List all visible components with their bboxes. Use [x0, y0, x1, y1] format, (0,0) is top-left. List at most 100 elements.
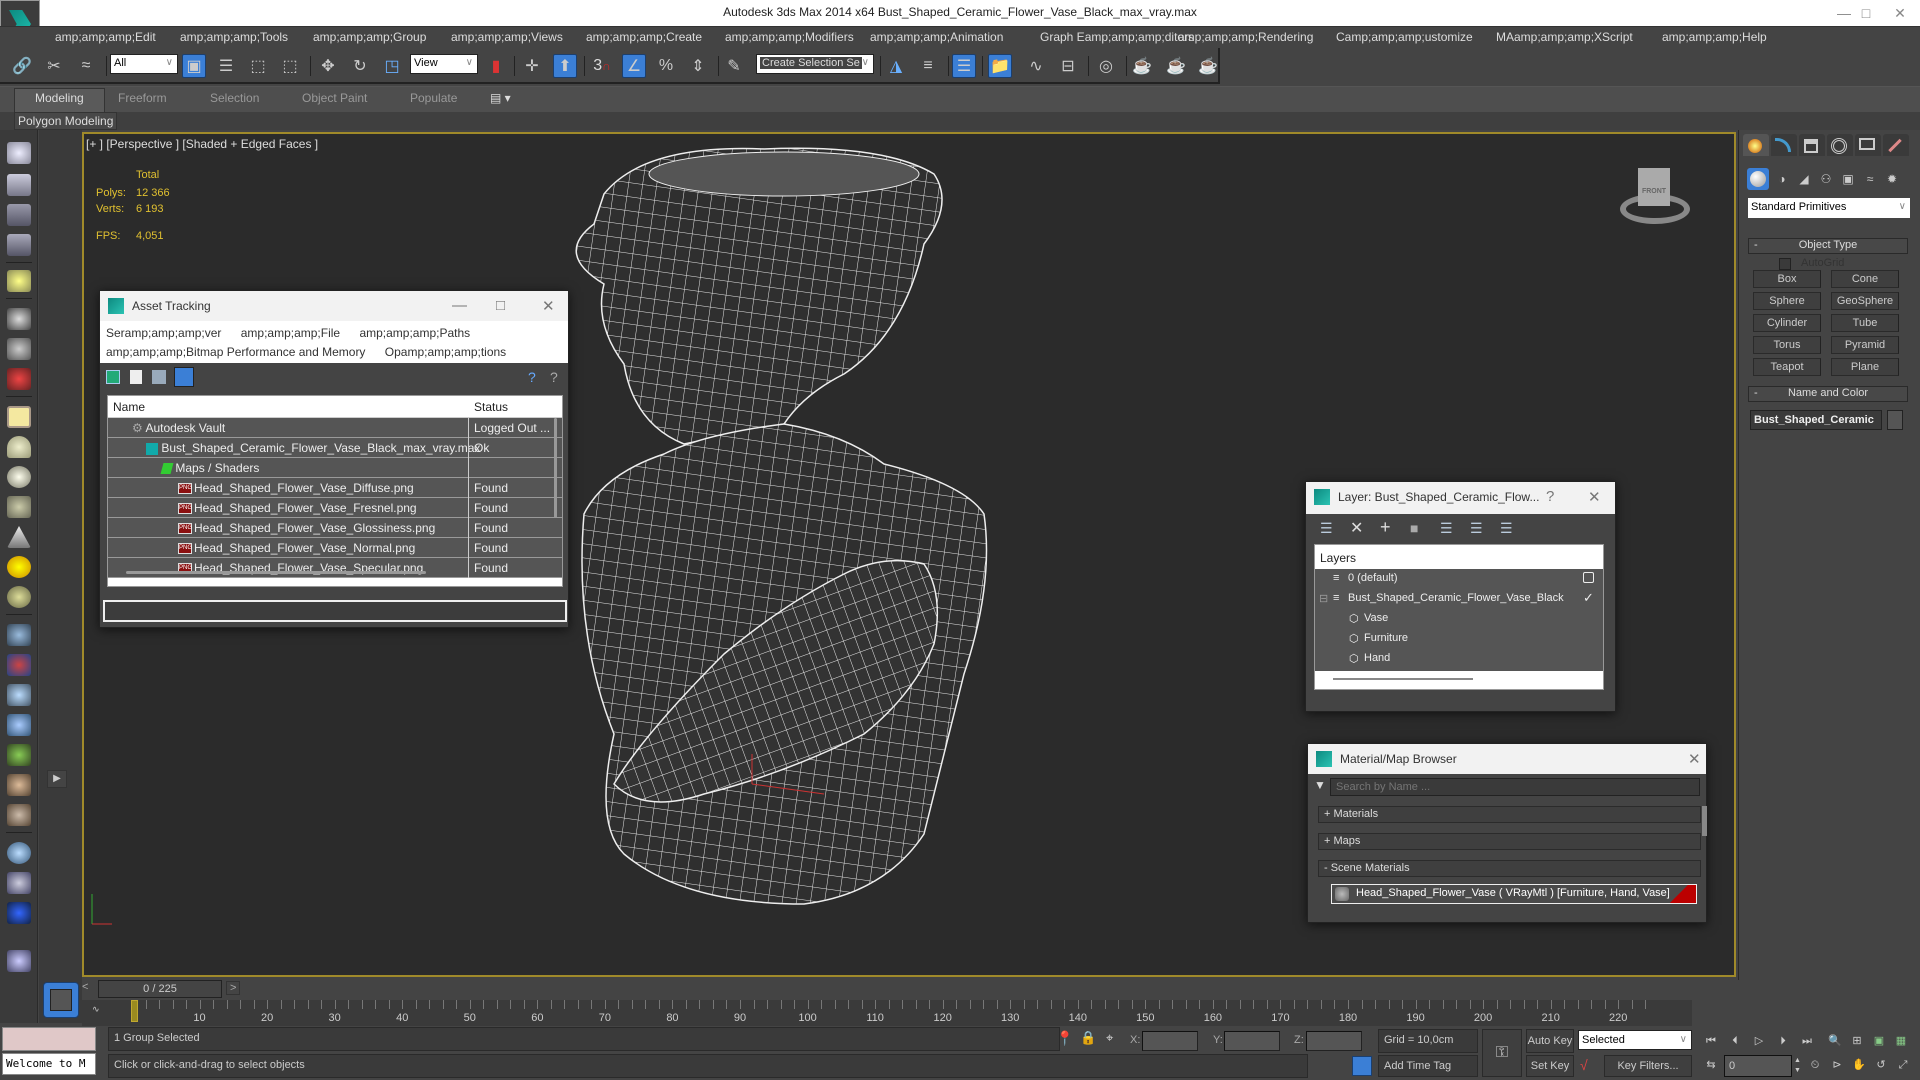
scene-material-item[interactable]: Head_Shaped_Flower_Vase ( VRayMtl ) [Fur…: [1331, 884, 1697, 904]
tab-modeling[interactable]: Modeling: [14, 88, 105, 112]
horizontal-scrollbar[interactable]: [126, 571, 426, 574]
plane-button[interactable]: Plane: [1831, 358, 1899, 376]
cylinder-button[interactable]: Cylinder: [1753, 314, 1821, 332]
section-maps[interactable]: + Maps: [1318, 833, 1701, 850]
asset-row[interactable]: PNG Head_Shaped_Flower_Vase_Specular.png …: [108, 558, 562, 578]
mesh-light-icon[interactable]: [7, 496, 31, 518]
mirror-icon[interactable]: ◮: [884, 54, 908, 78]
object-row[interactable]: ⬡ Vase: [1315, 609, 1603, 629]
asset-row[interactable]: PNG Head_Shaped_Flower_Vase_Glossiness.pn…: [108, 518, 562, 538]
orbit-icon[interactable]: ↺: [1872, 1056, 1890, 1074]
motion-tab-icon[interactable]: [1827, 134, 1853, 156]
sphere-button[interactable]: Sphere: [1753, 292, 1821, 310]
object-row[interactable]: ⬡ Furniture: [1315, 629, 1603, 649]
layers-header[interactable]: Layers: [1315, 545, 1603, 569]
menu-create[interactable]: amp;amp;amp;Create: [586, 30, 702, 44]
asset-row[interactable]: PNG Head_Shaped_Flower_Vase_Normal.png Fo…: [108, 538, 562, 558]
key-mode-toggle-icon[interactable]: ⇆: [1702, 1056, 1720, 1074]
field-of-view-icon[interactable]: ⊳: [1828, 1056, 1846, 1074]
pivot-icon[interactable]: ▮: [484, 54, 508, 78]
camera-icon[interactable]: [7, 308, 31, 330]
schematic-view-icon[interactable]: ⊟: [1056, 54, 1080, 78]
lock-selection-icon[interactable]: 🔒: [1080, 1030, 1096, 1046]
tab-freeform[interactable]: Freeform: [118, 91, 167, 105]
maximize-viewport-icon[interactable]: ⤢: [1894, 1056, 1912, 1074]
tube-button[interactable]: Tube: [1831, 314, 1899, 332]
teapot-button[interactable]: Teapot: [1753, 358, 1821, 376]
menu-graph-editors[interactable]: Graph Eamp;amp;amp;ditors: [1040, 30, 1194, 44]
menu-edit[interactable]: amp;amp;amp;Edit: [55, 30, 156, 44]
spinner-snap-icon[interactable]: ⇕: [686, 54, 710, 78]
menu-animation[interactable]: amp;amp;amp;Animation: [870, 30, 1003, 44]
help-online-icon[interactable]: ?: [528, 369, 536, 385]
column-status[interactable]: Status: [474, 400, 508, 414]
box-button[interactable]: Box: [1753, 270, 1821, 288]
render-region-icon[interactable]: [7, 902, 31, 924]
menu-server[interactable]: Seramp;amp;amp;ver: [106, 326, 221, 340]
menu-maxscript[interactable]: MAamp;amp;amp;XScript: [1496, 30, 1633, 44]
align-icon[interactable]: ≡: [916, 54, 940, 78]
create-layer-icon[interactable]: ☰: [1320, 520, 1333, 537]
angle-snap-icon[interactable]: ∠: [622, 54, 646, 78]
frame-spinner[interactable]: ▲ ▼: [1794, 1056, 1802, 1076]
edit-named-selection-icon[interactable]: ✎: [722, 54, 746, 78]
column-name[interactable]: Name: [113, 400, 145, 414]
select-object-icon[interactable]: ▣: [182, 54, 206, 78]
menu-rendering[interactable]: amp;amp;amp;Rendering: [1178, 30, 1313, 44]
vertical-scrollbar[interactable]: [1702, 806, 1707, 836]
autogrid-checkbox[interactable]: [1779, 258, 1791, 270]
modify-tab-icon[interactable]: [1771, 134, 1797, 156]
rotate-icon[interactable]: ↻: [348, 54, 372, 78]
scale-icon[interactable]: ◳: [380, 54, 404, 78]
close-button[interactable]: ✕: [542, 297, 555, 315]
set-key-mode-button[interactable]: ⚿: [1482, 1029, 1522, 1077]
scene-explorer-icon[interactable]: 📁: [988, 54, 1012, 78]
horizontal-scrollbar[interactable]: [1333, 678, 1473, 680]
dumbbell-icon[interactable]: [7, 654, 31, 676]
viewcube[interactable]: FRONT: [1614, 164, 1694, 234]
layer-row[interactable]: ≡ 0 (default): [1315, 569, 1603, 589]
object-name-field[interactable]: Bust_Shaped_Ceramic: [1750, 410, 1882, 430]
material-editor-icon[interactable]: ◎: [1094, 54, 1118, 78]
menu-views[interactable]: amp;amp;amp;Views: [451, 30, 563, 44]
grid-objects-icon[interactable]: [7, 624, 31, 646]
material-pick-icon[interactable]: [7, 872, 31, 894]
layer-manager-icon[interactable]: ☰: [952, 54, 976, 78]
go-to-end-icon[interactable]: ⏭: [1798, 1032, 1816, 1050]
list-view-icon[interactable]: [130, 370, 142, 384]
zoom-extents-icon[interactable]: ▣: [1870, 1032, 1888, 1050]
next-frame-icon[interactable]: ⏵: [1774, 1032, 1792, 1050]
go-to-start-icon[interactable]: ⏮: [1702, 1032, 1720, 1050]
asset-path-field[interactable]: [103, 600, 567, 622]
unlink-icon[interactable]: ✂: [42, 54, 66, 78]
help-button[interactable]: ?: [1546, 488, 1554, 505]
time-tag-icon[interactable]: [1352, 1056, 1372, 1076]
ribbon-options-icon[interactable]: ▤ ▾: [490, 91, 511, 105]
space-warps-icon[interactable]: ≈: [1859, 168, 1881, 190]
render-window-icon[interactable]: [7, 174, 31, 196]
time-configuration-icon[interactable]: ⏲: [1806, 1056, 1824, 1074]
render-icon[interactable]: ☕: [1196, 54, 1220, 78]
trackbar[interactable]: ∿ 10 20 30 40 50 60 70 80 90 100 110 120 130 140 150 16…: [82, 1000, 1692, 1026]
previous-frame-icon[interactable]: ⏴: [1726, 1032, 1744, 1050]
tab-populate[interactable]: Populate: [410, 91, 457, 105]
close-button[interactable]: ✕: [1588, 488, 1601, 506]
grid-window-icon[interactable]: [7, 234, 31, 256]
section-scene-materials[interactable]: - Scene Materials: [1318, 860, 1701, 877]
set-key-button[interactable]: Set Key: [1526, 1055, 1574, 1077]
list-window-icon[interactable]: [7, 204, 31, 226]
menu-help[interactable]: amp;amp;amp;Help: [1662, 30, 1767, 44]
auto-key-button[interactable]: Auto Key: [1526, 1029, 1574, 1053]
add-time-tag-button[interactable]: Add Time Tag: [1378, 1055, 1478, 1077]
material-sphere-icon[interactable]: [7, 842, 31, 864]
polygon-modeling-panel[interactable]: Polygon Modeling: [14, 112, 118, 130]
layer-row[interactable]: ⊟ ≡ Bust_Shaped_Ceramic_Flower_Vase_Blac…: [1315, 589, 1603, 609]
asset-row[interactable]: Maps / Shaders: [108, 458, 562, 478]
tree-view-icon[interactable]: [152, 370, 166, 384]
asset-row[interactable]: Bust_Shaped_Ceramic_Flower_Vase_Black_ma…: [108, 438, 562, 458]
checkmark-icon[interactable]: ✓: [1583, 590, 1594, 606]
time-slider[interactable]: < 0 / 225 >: [82, 978, 1736, 1000]
expand-strip-icon[interactable]: ▶: [47, 770, 67, 788]
select-by-name-icon[interactable]: ☰: [214, 54, 238, 78]
menu-bitmap-performance[interactable]: amp;amp;amp;Bitmap Performance and Memor…: [106, 345, 365, 359]
